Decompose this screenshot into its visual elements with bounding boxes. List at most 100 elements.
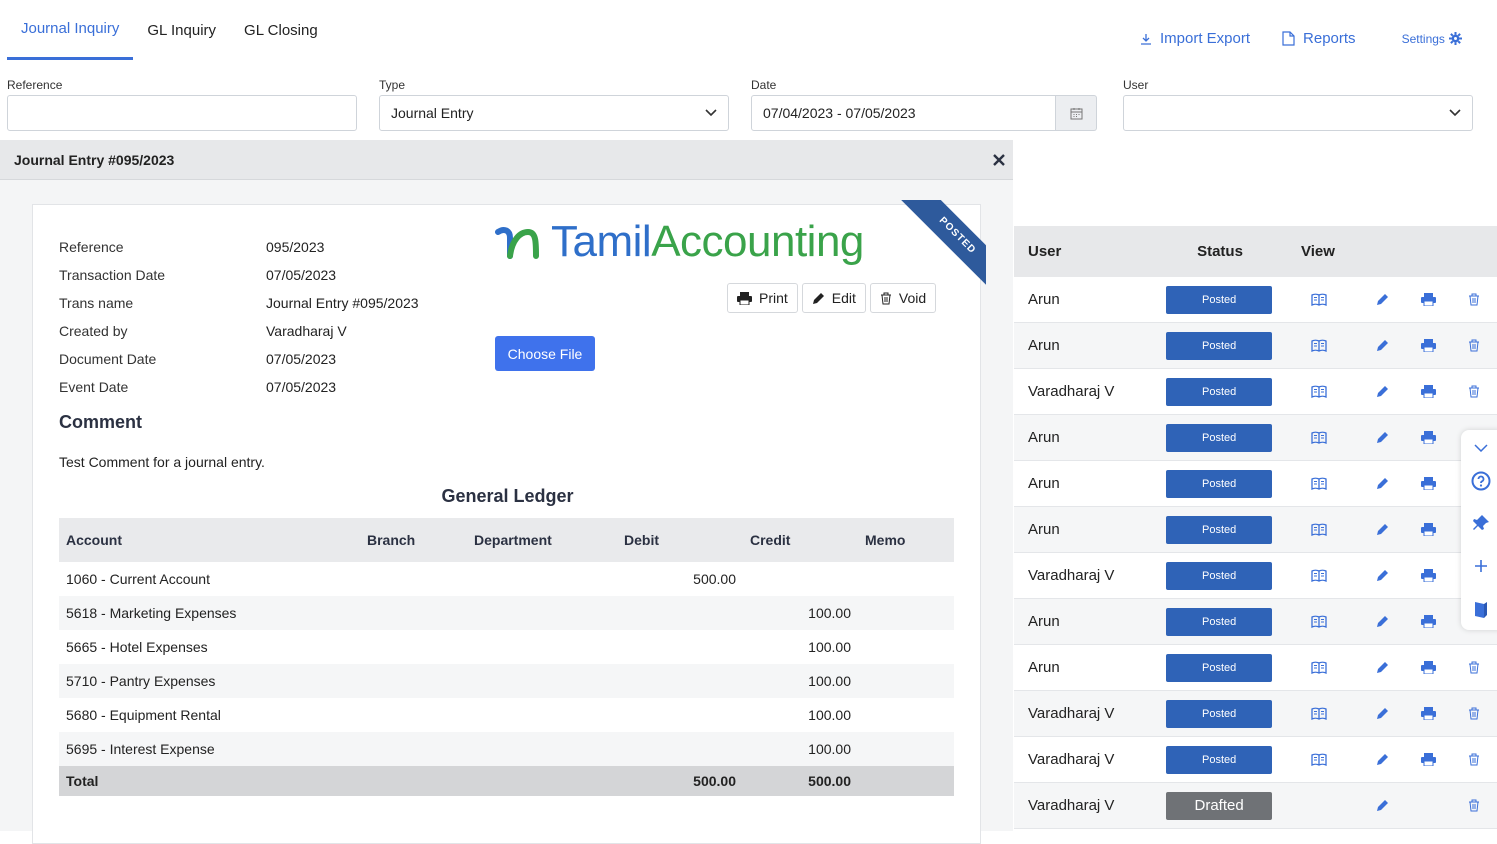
tab-gl-closing[interactable]: GL Closing	[230, 0, 332, 60]
gl-branch	[360, 698, 467, 732]
trash-icon[interactable]	[1451, 753, 1497, 766]
date-range-input[interactable]: 07/04/2023 - 07/05/2023	[751, 95, 1057, 131]
list-item-user: Varadharaj V	[1028, 383, 1115, 400]
print-icon[interactable]	[1405, 661, 1451, 674]
void-button[interactable]: Void	[869, 283, 937, 313]
print-icon[interactable]	[1405, 615, 1451, 628]
print-icon[interactable]	[1405, 523, 1451, 536]
gl-header-row: Account Branch Department Debit Credit M…	[59, 518, 954, 562]
info-label: Reference	[59, 239, 124, 255]
view-icon[interactable]	[1296, 431, 1342, 445]
edit-icon[interactable]	[1360, 385, 1406, 398]
trash-icon[interactable]	[1451, 707, 1497, 720]
print-icon[interactable]	[1405, 707, 1451, 720]
reports-label: Reports	[1303, 30, 1356, 47]
edit-icon[interactable]	[1360, 707, 1406, 720]
status-badge: Drafted	[1166, 791, 1272, 820]
view-icon[interactable]	[1296, 523, 1342, 537]
print-icon	[737, 291, 752, 305]
list-item: Arun Posted	[1014, 507, 1497, 553]
gl-department	[467, 732, 617, 766]
gl-credit: 100.00	[743, 664, 858, 698]
panel-title: Journal Entry #095/2023	[14, 151, 175, 168]
type-select[interactable]: Journal Entry	[379, 95, 729, 131]
help-icon[interactable]	[1471, 459, 1491, 502]
gl-account: 5618 - Marketing Expenses	[59, 596, 360, 630]
tab-journal-inquiry[interactable]: Journal Inquiry	[7, 0, 134, 60]
print-icon[interactable]	[1405, 431, 1451, 444]
gl-col-account: Account	[59, 518, 360, 562]
edit-button[interactable]: Edit	[801, 283, 866, 313]
pin-icon[interactable]	[1472, 502, 1490, 545]
trash-icon[interactable]	[1451, 385, 1497, 398]
gl-account: 5665 - Hotel Expenses	[66, 639, 208, 655]
book-icon[interactable]	[1473, 587, 1489, 630]
list-item-user: Arun	[1028, 337, 1060, 354]
logo-mark-icon	[495, 227, 539, 259]
status-badge: Posted	[1166, 561, 1272, 590]
status-badge: Posted	[1166, 331, 1272, 360]
view-icon[interactable]	[1296, 615, 1342, 629]
date-label: Date	[751, 78, 777, 92]
print-icon[interactable]	[1405, 753, 1451, 766]
print-icon[interactable]	[1405, 477, 1451, 490]
print-button[interactable]: Print	[727, 283, 798, 313]
print-icon[interactable]	[1405, 293, 1451, 306]
collapse-chevron-icon[interactable]	[1474, 436, 1488, 459]
void-label: Void	[898, 290, 927, 306]
gl-branch	[360, 562, 467, 596]
view-icon[interactable]	[1296, 385, 1342, 399]
trash-icon[interactable]	[1451, 339, 1497, 352]
trash-icon[interactable]	[1451, 661, 1497, 674]
user-select[interactable]	[1123, 95, 1473, 131]
tab-gl-inquiry[interactable]: GL Inquiry	[133, 0, 230, 60]
list-item: Varadharaj V Drafted	[1014, 783, 1497, 829]
print-icon[interactable]	[1405, 569, 1451, 582]
gl-memo	[858, 562, 954, 596]
info-row: Document Date 07/05/2023	[59, 345, 419, 373]
gl-credit: 100.00	[808, 707, 851, 723]
gear-icon	[1448, 32, 1462, 45]
calendar-button[interactable]	[1056, 95, 1097, 131]
import-export-link[interactable]: Import Export	[1140, 30, 1250, 47]
print-icon[interactable]	[1405, 339, 1451, 352]
gl-debit	[617, 698, 743, 732]
close-icon[interactable]	[993, 153, 1005, 166]
settings-link[interactable]: Settings	[1402, 32, 1462, 46]
edit-icon[interactable]	[1360, 615, 1406, 628]
edit-icon[interactable]	[1360, 569, 1406, 582]
edit-icon[interactable]	[1360, 293, 1406, 306]
print-icon[interactable]	[1405, 385, 1451, 398]
list-item-user: Arun	[1028, 429, 1060, 446]
view-icon[interactable]	[1296, 707, 1342, 721]
info-row: Created by Varadharaj V	[59, 317, 419, 345]
gl-account: 5680 - Equipment Rental	[66, 707, 221, 723]
journal-card: Reference 095/2023 Transaction Date 07/05/…	[32, 200, 986, 844]
plus-icon[interactable]	[1474, 545, 1488, 588]
view-icon[interactable]	[1296, 661, 1342, 675]
view-icon[interactable]	[1296, 339, 1342, 353]
reference-input[interactable]	[7, 95, 357, 131]
view-icon[interactable]	[1296, 753, 1342, 767]
gl-department	[467, 698, 617, 732]
gl-credit: 100.00	[743, 732, 858, 766]
edit-icon[interactable]	[1360, 477, 1406, 490]
gl-department	[467, 664, 617, 698]
edit-icon[interactable]	[1360, 799, 1406, 812]
view-icon[interactable]	[1296, 477, 1342, 491]
edit-icon[interactable]	[1360, 661, 1406, 674]
view-icon[interactable]	[1296, 569, 1342, 583]
reports-link[interactable]: Reports	[1282, 30, 1356, 47]
trash-icon[interactable]	[1451, 799, 1497, 812]
filter-bar: Reference Type Journal Entry Date 07/04/…	[0, 78, 1497, 134]
type-select-value: Journal Entry	[391, 105, 474, 121]
edit-icon[interactable]	[1360, 431, 1406, 444]
edit-icon[interactable]	[1360, 523, 1406, 536]
view-icon[interactable]	[1296, 293, 1342, 307]
edit-icon[interactable]	[1360, 753, 1406, 766]
choose-file-button[interactable]: Choose File	[495, 336, 595, 371]
trash-icon[interactable]	[1451, 293, 1497, 306]
edit-icon[interactable]	[1360, 339, 1406, 352]
pdf-file-icon	[1282, 31, 1295, 46]
general-ledger-heading: General Ledger	[441, 486, 574, 506]
